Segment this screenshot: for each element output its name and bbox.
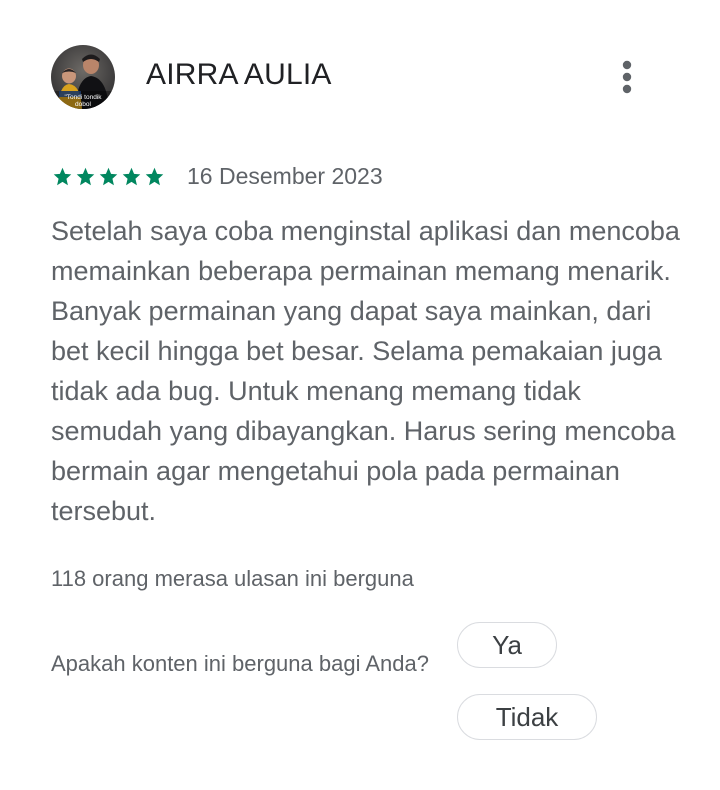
- star-icon: [53, 167, 72, 185]
- avatar-caption-line-2: dobol: [75, 101, 91, 108]
- avatar-photo: "Tondi tondik dobol: [51, 45, 115, 109]
- more-vert-icon: [622, 60, 632, 94]
- star-icon: [99, 167, 118, 185]
- no-button[interactable]: Tidak: [457, 694, 597, 740]
- review-card: "Tondi tondik dobol AIRRA AULIA 16 Desem…: [0, 0, 720, 790]
- star-icon: [76, 167, 95, 185]
- review-text: Setelah saya coba menginstal aplikasi da…: [51, 216, 680, 526]
- star-icon: [145, 167, 164, 185]
- reviewer-name: AIRRA AULIA: [146, 58, 332, 91]
- review-date: 16 Desember 2023: [187, 162, 383, 189]
- star-rating: [52, 166, 165, 187]
- rating-row: 16 Desember 2023: [52, 162, 383, 190]
- avatar[interactable]: "Tondi tondik dobol: [51, 45, 115, 109]
- helpful-count: 118 orang merasa ulasan ini berguna: [51, 566, 414, 591]
- more-options-button[interactable]: [608, 56, 646, 98]
- yes-button[interactable]: Ya: [457, 622, 557, 668]
- star-icon: [122, 167, 141, 185]
- helpful-question: Apakah konten ini berguna bagi Anda?: [51, 651, 429, 676]
- avatar-caption-line-1: "Tondi tondik: [65, 94, 103, 101]
